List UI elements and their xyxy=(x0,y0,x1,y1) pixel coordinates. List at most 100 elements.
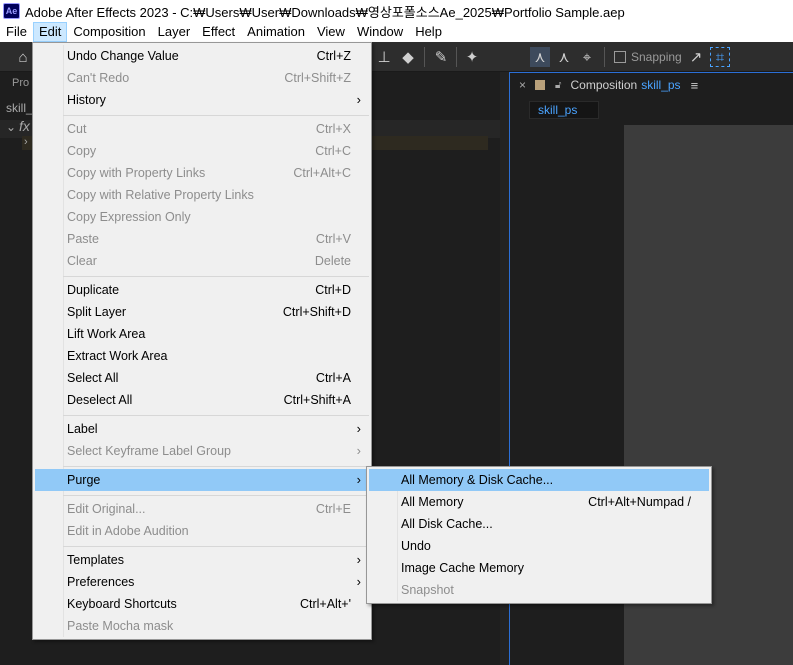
menu-item-copy-property-links[interactable]: Copy with Property Links Ctrl+Alt+C xyxy=(35,162,369,184)
menu-item-label: Cut xyxy=(67,122,87,136)
menu-item-extract-work-area[interactable]: Extract Work Area xyxy=(35,345,369,367)
menu-item-label: Copy xyxy=(67,144,97,158)
toolbar-divider xyxy=(456,47,457,67)
menu-layer[interactable]: Layer xyxy=(152,22,197,42)
menu-item-label: Paste Mocha mask xyxy=(67,619,174,633)
roto-brush-tool-icon[interactable]: ✎ xyxy=(431,47,451,67)
snap-edges-icon[interactable]: ↗ xyxy=(686,47,706,67)
close-icon[interactable]: × xyxy=(519,78,526,92)
menu-item-select-keyframe-label-group[interactable]: Select Keyframe Label Group › xyxy=(35,440,369,462)
puppet-pin-tool-icon[interactable]: ✦ xyxy=(462,47,482,67)
menu-item-label: Preferences xyxy=(67,575,135,589)
menu-item-edit-original[interactable]: Edit Original... Ctrl+E xyxy=(35,498,369,520)
purge-submenu: All Memory & Disk Cache... All Memory Ct… xyxy=(366,466,712,604)
menu-item-copy-relative-links[interactable]: Copy with Relative Property Links xyxy=(35,184,369,206)
menu-item-shortcut: Ctrl+D xyxy=(315,283,351,297)
menu-view[interactable]: View xyxy=(311,22,351,42)
menu-item-label: Templates xyxy=(67,553,124,567)
menu-item-split-layer[interactable]: Split Layer Ctrl+Shift+D xyxy=(35,301,369,323)
menu-item-paste[interactable]: Paste Ctrl+V xyxy=(35,228,369,250)
home-icon[interactable]: ⌂ xyxy=(13,47,33,67)
menu-item-label: Clear xyxy=(67,254,97,268)
menu-item-preferences[interactable]: Preferences › xyxy=(35,571,369,593)
menu-item-purge-all-memory-disk[interactable]: All Memory & Disk Cache... xyxy=(369,469,709,491)
stamp-tool-icon[interactable]: ⊥ xyxy=(374,47,394,67)
view-axis-mode-icon[interactable]: ⌖ xyxy=(577,47,597,67)
label-color-swatch xyxy=(535,80,546,90)
menu-item-keyboard-shortcuts[interactable]: Keyboard Shortcuts Ctrl+Alt+' xyxy=(35,593,369,615)
snapping-checkbox[interactable] xyxy=(614,51,626,63)
menu-item-copy[interactable]: Copy Ctrl+C xyxy=(35,140,369,162)
menu-item-edit-in-audition[interactable]: Edit in Adobe Audition xyxy=(35,520,369,542)
menu-item-label: Extract Work Area xyxy=(67,349,168,363)
menu-item-label: Can't Redo xyxy=(67,71,130,85)
window-title: Adobe After Effects 2023 - C:₩Users₩User… xyxy=(25,4,625,20)
edit-menu: Undo Change Value Ctrl+Z Can't Redo Ctrl… xyxy=(32,42,372,640)
menu-item-label: Copy with Property Links xyxy=(67,166,206,180)
menu-item-purge-all-memory[interactable]: All Memory Ctrl+Alt+Numpad / xyxy=(369,491,709,513)
menu-item-label-submenu[interactable]: Label › xyxy=(35,418,369,440)
menu-item-label: Edit in Adobe Audition xyxy=(67,524,189,538)
menu-item-paste-mocha-mask[interactable]: Paste Mocha mask xyxy=(35,615,369,637)
comp-item-label[interactable]: skill_ xyxy=(6,101,33,115)
menu-item-shortcut: Ctrl+Alt+C xyxy=(293,166,351,180)
composition-subtab[interactable]: skill_ps xyxy=(529,101,599,119)
menu-item-label: Undo xyxy=(401,539,431,553)
menu-item-label: Paste xyxy=(67,232,99,246)
menu-item-label: All Memory xyxy=(401,495,464,509)
menu-item-purge-undo[interactable]: Undo xyxy=(369,535,709,557)
menu-effect[interactable]: Effect xyxy=(196,22,241,42)
local-axis-mode-icon[interactable]: ⋏ xyxy=(530,47,550,67)
twirl-down-icon[interactable]: ⌄ xyxy=(6,120,16,134)
eraser-tool-icon[interactable]: ◆ xyxy=(398,47,418,67)
menu-edit[interactable]: Edit xyxy=(32,22,68,42)
menu-item-purge[interactable]: Purge › xyxy=(35,469,369,491)
composition-tab-name[interactable]: skill_ps xyxy=(641,78,680,92)
menu-item-templates[interactable]: Templates › xyxy=(35,549,369,571)
menu-item-undo[interactable]: Undo Change Value Ctrl+Z xyxy=(35,45,369,67)
menu-composition[interactable]: Composition xyxy=(67,22,151,42)
menu-item-redo[interactable]: Can't Redo Ctrl+Shift+Z xyxy=(35,67,369,89)
menu-item-purge-image-cache[interactable]: Image Cache Memory xyxy=(369,557,709,579)
fx-label: fx xyxy=(19,118,30,134)
menu-item-label: All Memory & Disk Cache... xyxy=(401,473,554,487)
after-effects-logo: Ae xyxy=(3,3,20,19)
menu-file[interactable]: File xyxy=(0,22,33,42)
menu-item-shortcut: Ctrl+A xyxy=(315,371,351,385)
menu-animation[interactable]: Animation xyxy=(241,22,311,42)
menu-item-label: All Disk Cache... xyxy=(401,517,493,531)
panel-menu-icon[interactable]: ≡ xyxy=(691,78,699,93)
submenu-arrow-icon: › xyxy=(356,552,361,567)
menu-window[interactable]: Window xyxy=(351,22,409,42)
chevron-right-icon[interactable]: › xyxy=(24,136,28,148)
menu-item-shortcut: Ctrl+Shift+Z xyxy=(284,71,351,85)
menu-help[interactable]: Help xyxy=(409,22,448,42)
menu-item-shortcut: Ctrl+Shift+D xyxy=(282,305,351,319)
project-tab-label[interactable]: Pro xyxy=(12,77,29,89)
toolbar-divider xyxy=(424,47,425,67)
menu-item-label: Image Cache Memory xyxy=(401,561,524,575)
submenu-arrow-icon: › xyxy=(356,92,361,107)
menu-item-history[interactable]: History › xyxy=(35,89,369,111)
menu-item-clear[interactable]: Clear Delete xyxy=(35,250,369,272)
menu-item-purge-snapshot[interactable]: Snapshot xyxy=(369,579,709,601)
menu-item-select-all[interactable]: Select All Ctrl+A xyxy=(35,367,369,389)
menu-item-label: Select Keyframe Label Group xyxy=(67,444,231,458)
composition-panel-header: × 🔓︎ Composition skill_ps ≡ xyxy=(510,73,793,97)
lock-icon[interactable]: 🔓︎ xyxy=(555,80,561,91)
menu-item-copy-expression[interactable]: Copy Expression Only xyxy=(35,206,369,228)
snap-features-icon[interactable]: ⌗ xyxy=(710,47,730,67)
menu-item-label: Purge xyxy=(67,473,101,487)
world-axis-mode-icon[interactable]: ⋏ xyxy=(554,47,574,67)
menu-item-shortcut: Ctrl+Alt+' xyxy=(299,597,351,611)
menu-separator xyxy=(63,466,369,467)
menu-item-duplicate[interactable]: Duplicate Ctrl+D xyxy=(35,279,369,301)
menu-item-lift-work-area[interactable]: Lift Work Area xyxy=(35,323,369,345)
menu-bar: File Edit Composition Layer Effect Anima… xyxy=(0,22,793,42)
menu-item-label: Undo Change Value xyxy=(67,49,179,63)
title-bar: Ae Adobe After Effects 2023 - C:₩Users₩U… xyxy=(0,0,793,22)
menu-item-cut[interactable]: Cut Ctrl+X xyxy=(35,118,369,140)
menu-item-purge-disk-cache[interactable]: All Disk Cache... xyxy=(369,513,709,535)
composition-tab-prefix[interactable]: Composition xyxy=(571,78,638,92)
menu-item-deselect-all[interactable]: Deselect All Ctrl+Shift+A xyxy=(35,389,369,411)
